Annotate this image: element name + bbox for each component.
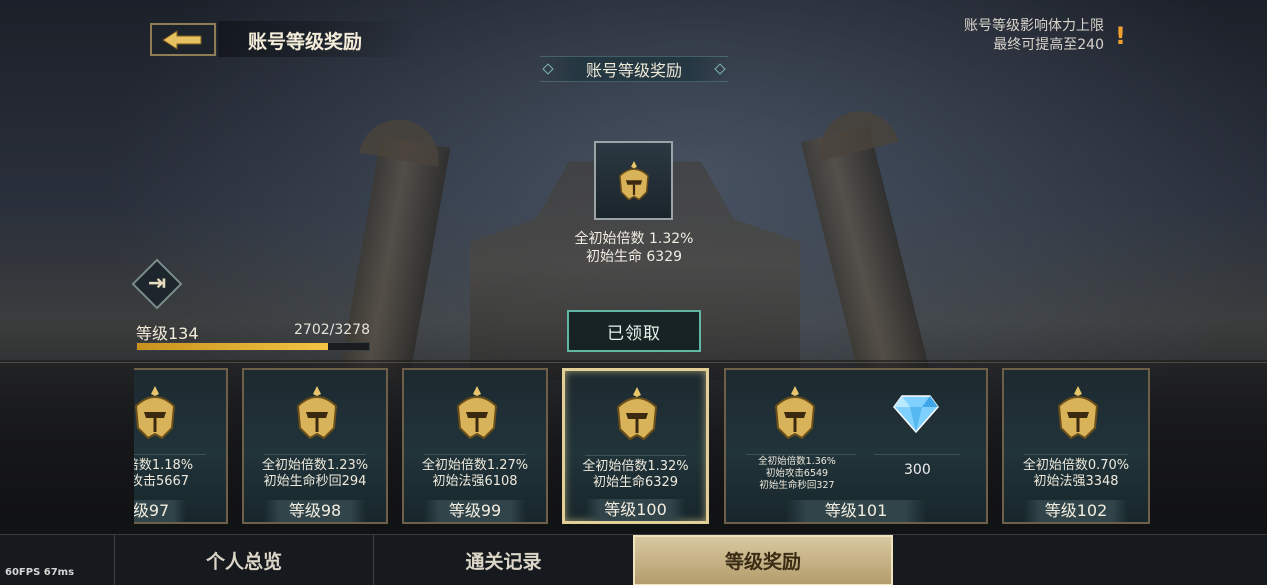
diamond-gem-icon — [893, 395, 939, 434]
diamond-ornament-icon — [542, 63, 554, 75]
reward-line: 全初始倍数1.32% — [582, 459, 689, 474]
stamina-info: 账号等级影响体力上限 最终可提高至240 — [964, 17, 1104, 55]
reward-level-label: 等级98 — [264, 500, 366, 522]
helmet-icon — [296, 386, 338, 440]
alert-icon[interactable]: ! — [1115, 22, 1126, 50]
level-progress-text: 2702/3278 — [294, 322, 370, 338]
reward-line: 全初始倍数0.70% — [1022, 458, 1130, 473]
reward-text: 全初始倍数0.70% 初始法强3348 — [1004, 458, 1148, 490]
card-divider — [424, 454, 526, 455]
level-label: 等级134 — [136, 324, 199, 343]
featured-reward-text: 全初始倍数 1.32% 初始生命 6329 — [534, 230, 734, 266]
page-title: 账号等级奖励 — [248, 31, 363, 53]
reward-text: 合倍数1.18% 合攻击5667 — [134, 458, 226, 490]
card-divider — [746, 454, 856, 455]
reward-card-level-102[interactable]: 全初始倍数0.70% 初始法强3348 等级102 — [1002, 368, 1150, 524]
reward-line: 合攻击5667 — [134, 474, 190, 489]
featured-reward-icon-box[interactable] — [594, 141, 673, 220]
reward-level-label: 等级99 — [424, 500, 526, 522]
helmet-icon — [1057, 386, 1099, 440]
card-divider — [134, 454, 206, 455]
skip-arrow-icon[interactable]: ⇥ — [144, 272, 170, 296]
card-divider — [264, 454, 366, 455]
helmet-icon — [134, 386, 176, 440]
tab-overview[interactable]: 个人总览 — [114, 535, 373, 585]
reward-text: 全初始倍数1.23% 初始生命秒回294 — [244, 458, 386, 490]
tab-level-rewards[interactable]: 等级奖励 — [633, 535, 893, 585]
reward-text: 全初始倍数1.36% 初始攻击6549 初始生命秒回327 — [742, 456, 852, 492]
diamond-ornament-icon — [714, 63, 726, 75]
reward-level-label: 等级97 — [134, 500, 186, 522]
reward-line: 初始法强6108 — [432, 474, 518, 489]
divider — [0, 362, 1267, 363]
reward-level-label: 等级100 — [585, 499, 686, 521]
reward-line: 全初始倍数1.23% — [261, 458, 369, 473]
stamina-info-line2: 最终可提高至240 — [993, 37, 1104, 53]
reward-strip[interactable]: 合倍数1.18% 合攻击5667 等级97 全初始倍数1.23% 初始生命秒回2… — [134, 368, 1154, 524]
right-tower — [800, 125, 930, 385]
card-divider — [1024, 454, 1128, 455]
featured-line2: 初始生命 6329 — [585, 249, 683, 265]
back-arrow-icon — [162, 29, 202, 50]
helmet-icon — [616, 387, 658, 441]
right-tower-dome — [811, 102, 899, 162]
helmet-icon — [618, 160, 649, 200]
reward-line: 全初始倍数1.36% — [758, 456, 836, 467]
card-divider — [874, 454, 960, 455]
reward-card-level-101[interactable]: 全初始倍数1.36% 初始攻击6549 初始生命秒回327 300 等级101 — [724, 368, 988, 524]
reward-text: 全初始倍数1.27% 初始法强6108 — [404, 458, 546, 490]
reward-line: 全初始倍数1.27% — [421, 458, 529, 473]
reward-line: 初始生命6329 — [592, 475, 679, 490]
reward-card-level-98[interactable]: 全初始倍数1.23% 初始生命秒回294 等级98 — [242, 368, 388, 524]
section-title: 账号等级奖励 — [540, 56, 728, 82]
featured-line1: 全初始倍数 1.32% — [574, 231, 694, 247]
section-title-text: 账号等级奖励 — [585, 61, 682, 80]
stamina-info-line1: 账号等级影响体力上限 — [964, 18, 1104, 34]
helmet-icon — [774, 386, 816, 440]
reward-level-label: 等级101 — [786, 500, 926, 522]
claimed-button[interactable]: 已领取 — [567, 310, 701, 352]
reward-line: 初始生命秒回294 — [263, 474, 367, 489]
bottom-tab-bar: 个人总览 通关记录 等级奖励 — [0, 534, 1267, 585]
reward-line: 初始攻击6549 — [765, 468, 829, 479]
reward-line: 初始法强3348 — [1033, 474, 1119, 489]
reward-line: 合倍数1.18% — [134, 458, 194, 473]
reward-card-level-100[interactable]: 全初始倍数1.32% 初始生命6329 等级100 — [562, 368, 709, 524]
back-button[interactable] — [150, 23, 216, 56]
helmet-icon — [456, 386, 498, 440]
reward-card-level-97[interactable]: 合倍数1.18% 合攻击5667 等级97 — [134, 368, 228, 524]
reward-level-label: 等级102 — [1024, 500, 1128, 522]
gem-amount: 300 — [904, 462, 931, 478]
left-tower-dome — [359, 113, 445, 167]
progress-fill — [137, 343, 329, 350]
reward-card-level-99[interactable]: 全初始倍数1.27% 初始法强6108 等级99 — [402, 368, 548, 524]
reward-line: 初始生命秒回327 — [759, 480, 835, 491]
fps-counter: 60FPS 67ms — [5, 567, 75, 578]
tab-clear-record[interactable]: 通关记录 — [373, 535, 633, 585]
level-progress-bar — [136, 342, 370, 351]
card-divider — [585, 455, 686, 456]
reward-text: 全初始倍数1.32% 初始生命6329 — [565, 459, 706, 491]
